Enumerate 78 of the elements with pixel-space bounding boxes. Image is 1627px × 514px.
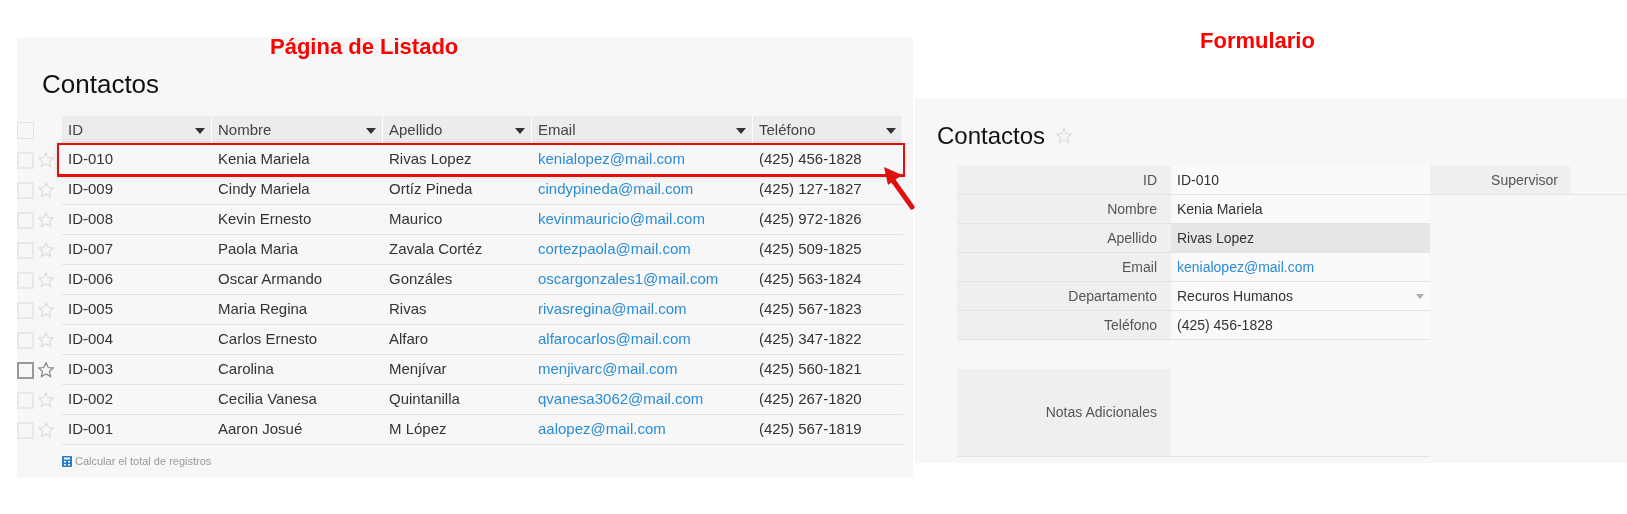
table-cell-text: Kenia Mariela [218,149,310,170]
table-row[interactable]: ID-001 Aaron Josué M López aalopez@mail.com (425) 567-1819 [62,415,903,445]
table-cell-text: Carlos Ernesto [218,329,318,350]
page-title: Contactos [42,68,161,101]
email-link[interactable]: kenialopez@mail.com [1177,256,1315,278]
caret-icon [736,127,746,134]
field-label: Nombre [1107,199,1157,219]
table-cell-text: ID-001 [68,419,114,440]
form-title: Contactos [937,121,1046,151]
table-cell-text: Carolina [218,359,274,380]
table-cell-text: Quintanilla [389,389,460,410]
table-cell-text: Ortíz Pineda [389,179,473,200]
table-cell-text: Alfaro [389,329,429,350]
column-header[interactable]: Apellido [383,116,532,145]
table-cell-text: (425) 560-1821 [759,359,862,380]
table-cell-text: Paola Maria [218,239,299,260]
field-label: Teléfono [1104,315,1157,335]
table-cell-text: ID-006 [68,269,114,290]
caret-icon [1416,293,1424,299]
table-row[interactable]: ID-010 Kenia Mariela Rivas Lopez kenialopez@mail.com (425) 456-1828 [59,145,903,175]
field-label: ID [1143,170,1157,190]
field-label: Notas Adicionales [1045,403,1157,422]
field-label: Departamento [1068,286,1157,306]
table-cell-text: (425) 509-1825 [759,239,862,260]
table-cell-text: Aaron Josué [218,419,303,440]
table-row[interactable]: ID-004 Carlos Ernesto Alfaro alfarocarlos@mail.com (425) 347-1822 [62,325,903,355]
table-cell-text: ID-004 [68,329,114,350]
table-cell-text: Zavala Cortéz [389,239,483,260]
table-cell-text: Cecilia Vanesa [218,389,317,410]
column-header[interactable]: ID [62,116,212,145]
table-cell-text: Rivas [389,299,427,320]
table-row[interactable]: ID-006 Oscar Armando Gonzáles oscargonzales1@mail.com (425) 563-1824 [62,265,903,295]
field-label: Email [1122,257,1157,277]
table-cell-text: Kevin Ernesto [218,209,312,230]
table-cell-text: (425) 347-1822 [759,329,862,350]
column-header[interactable]: Teléfono [753,116,903,145]
table-cell-text: (425) 267-1820 [759,389,862,410]
table-cell-text: (425) 972-1826 [759,209,862,230]
column-header[interactable]: Nombre [212,116,383,145]
table-row[interactable]: ID-009 Cindy Mariela Ortíz Pineda cindypineda@mail.com (425) 127-1827 [62,175,903,205]
table-cell-text: (425) 127-1827 [759,179,862,200]
table-cell-text: Menjívar [389,359,447,380]
table-cell-text: ID-010 [68,149,114,170]
star-icon[interactable] [37,361,55,379]
annotation-title: Formulario [1200,27,1315,55]
table-row[interactable]: ID-002 Cecilia Vanesa Quintanilla qvanesa3062@mail.com (425) 267-1820 [62,385,903,415]
table-cell-text: ID-003 [68,359,114,380]
table-row[interactable]: ID-007 Paola Maria Zavala Cortéz cortezpaola@mail.com (425) 509-1825 [62,235,903,265]
table-row[interactable]: ID-003 Carolina Menjívar menjivarc@mail.com (425) 560-1821 [62,355,903,385]
caret-icon [515,127,525,134]
checkbox[interactable] [17,361,34,379]
table-cell-text: Rivas Lopez [389,149,472,170]
table-cell-text: ID-007 [68,239,114,260]
table-cell-text: Maria Regina [218,299,308,320]
table-cell-text: (425) 563-1824 [759,269,862,290]
calculator-icon [62,455,72,467]
field-value: Rivas Lopez [1171,224,1430,252]
caret-icon [195,127,205,134]
table-cell-text: M López [389,419,447,440]
table-cell-text: Gonzáles [389,269,453,290]
table-cell-text: Oscar Armando [218,269,323,290]
table-row[interactable]: ID-005 Maria Regina Rivas rivasregina@mail.com (425) 567-1823 [62,295,903,325]
field-label: Supervisor [1491,170,1558,190]
annotation-title: Página de Listado [270,33,459,61]
table-cell-text: ID-005 [68,299,114,320]
field-label: Apellido [1107,228,1157,248]
table-row[interactable]: ID-008 Kevin Ernesto Maurico kevinmauricio@mail.com (425) 972-1826 [62,205,903,235]
caret-icon [886,127,896,134]
column-header[interactable]: Email [532,116,753,145]
caret-icon [366,127,376,134]
table-cell-text: ID-002 [68,389,114,410]
table-cell-text: Cindy Mariela [218,179,310,200]
table-cell-text: (425) 567-1823 [759,299,862,320]
table-cell-text: ID-009 [68,179,114,200]
table-cell-text: (425) 456-1828 [759,149,862,170]
table-cell-text: ID-008 [68,209,114,230]
table-cell-text: Maurico [389,209,443,230]
table-cell-text: (425) 567-1819 [759,419,862,440]
